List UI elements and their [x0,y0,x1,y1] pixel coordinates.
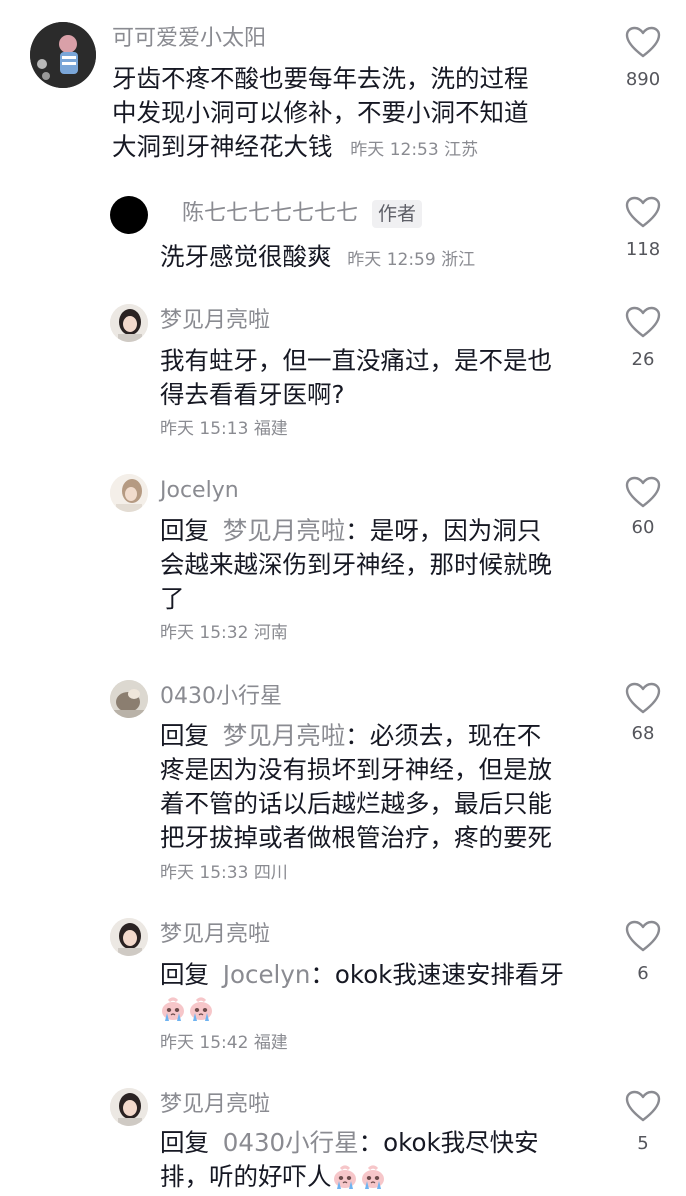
avatar[interactable] [110,680,148,718]
heart-icon[interactable] [625,1090,661,1123]
avatar[interactable] [110,196,148,234]
avatar-image [110,680,148,718]
like-count: 60 [631,517,655,538]
timestamp: 昨天 15:13 [160,419,249,439]
like-count: 68 [631,723,655,744]
heart-icon[interactable] [625,196,661,229]
comment-line-text: ：必须去，现在不 [345,721,542,750]
username[interactable]: 可可爱爱小太阳 [112,24,266,54]
timestamp: 昨天 12:53 [350,140,439,160]
comment-meta: 昨天 15:32 河南 [160,620,288,646]
comment-line: 我有蛀牙，但一直没痛过，是不是也 [160,346,552,375]
crying-emoji-icon [190,997,212,1021]
username[interactable]: 梦见月亮啦 [160,1090,270,1120]
comment-line: 牙齿不疼不酸也要每年去洗，洗的过程 [112,64,529,93]
avatar-image [110,304,148,342]
comment-text: 回复 0430小行星：okok我尽快安 排，听的好吓人 [160,1126,600,1194]
crying-emoji-icon [361,1165,384,1189]
reply-label: 回复 [160,960,209,989]
username[interactable]: 0430小行星 [160,682,282,712]
like-count: 5 [637,1133,649,1154]
location: 河南 [253,623,288,643]
comment-line: 会越来越深伤到牙神经，那时候就晚 [160,550,552,579]
like-count: 6 [637,963,649,984]
comment-line: 回复 梦见月亮啦：是呀，因为洞只 [160,514,600,548]
comment-line: 大洞到牙神经花大钱 昨天 12:53 江苏 [112,130,592,167]
crying-emoji-icon [333,1165,356,1189]
comment-line: 回复 梦见月亮啦：必须去，现在不 [160,719,600,753]
like-count: 26 [631,349,655,370]
comment-meta: 昨天 12:53 江苏 [350,140,478,160]
comment-text: 洗牙感觉很酸爽 昨天 12:59 浙江 [160,240,600,277]
reply-target[interactable]: 梦见月亮啦 [223,516,346,545]
location: 四川 [253,863,288,883]
reply-label: 回复 [160,516,209,545]
avatar-image [110,1088,148,1126]
username[interactable]: Jocelyn [160,476,239,506]
avatar-image [30,22,96,88]
avatar[interactable] [110,1088,148,1126]
heart-icon[interactable] [625,476,661,509]
comment-line: 把牙拔掉或者做根管治疗，疼的要死 [160,823,552,852]
location: 福建 [253,419,288,439]
comment-line: 中发现小洞可以修补，不要小洞不知道 [112,98,529,127]
comment-meta: 昨天 12:59 浙江 [347,250,475,270]
heart-icon[interactable] [625,306,661,339]
comment-line-text: 洗牙感觉很酸爽 [160,242,332,271]
comment-line: 回复 Jocelyn：okok我速速安排看牙 [160,958,600,992]
username[interactable]: 梦见月亮啦 [160,306,270,336]
like-count: 118 [625,239,661,260]
heart-icon[interactable] [625,682,661,715]
comment-line-text: ：okok我速速安排看牙 [310,960,564,989]
comment-line: 着不管的话以后越烂越多，最后只能 [160,789,552,818]
comment-meta: 昨天 15:42 福建 [160,1030,288,1056]
reply-target[interactable]: Jocelyn [223,960,311,989]
timestamp: 昨天 15:33 [160,863,249,883]
avatar[interactable] [110,474,148,512]
avatar[interactable] [30,22,96,88]
comment-line-text: 大洞到牙神经花大钱 [112,132,333,161]
location: 浙江 [441,250,476,270]
heart-icon[interactable] [625,920,661,953]
avatar-image [110,474,148,512]
author-badge: 作者 [372,200,423,228]
location: 江苏 [444,140,479,160]
timestamp: 昨天 12:59 [347,250,436,270]
reply-target[interactable]: 梦见月亮啦 [223,721,346,750]
avatar-image [110,918,148,956]
avatar[interactable] [110,918,148,956]
comment-line [160,992,600,1028]
like-count: 890 [625,69,661,90]
username[interactable]: 陈七七七七七七七 作者 [182,199,423,229]
comment-line: 回复 0430小行星：okok我尽快安 [160,1126,600,1160]
comment-meta: 昨天 15:33 四川 [160,860,288,886]
comment-text: 我有蛀牙，但一直没痛过，是不是也 得去看看牙医啊? [160,344,600,412]
comment-text: 回复 梦见月亮啦：必须去，现在不 疼是因为没有损坏到牙神经，但是放 着不管的话以… [160,719,600,855]
comment-line: 得去看看牙医啊? [160,380,345,409]
reply-target[interactable]: 0430小行星 [223,1128,359,1157]
reply-label: 回复 [160,1128,209,1157]
comment-text: 回复 梦见月亮啦：是呀，因为洞只 会越来越深伤到牙神经，那时候就晚 了 [160,514,600,616]
heart-icon[interactable] [625,26,661,59]
crying-emoji-icon [162,997,184,1021]
timestamp: 昨天 15:42 [160,1033,249,1053]
comment-line: 排，听的好吓人 [160,1160,600,1194]
location: 福建 [253,1033,288,1053]
avatar[interactable] [110,304,148,342]
comment-meta: 昨天 15:13 福建 [160,416,288,442]
comment-line: 疼是因为没有损坏到牙神经，但是放 [160,755,552,784]
reply-label: 回复 [160,721,209,750]
comment-line: 了 [160,584,185,613]
comment-line-text: 排，听的好吓人 [160,1162,332,1191]
comment-line-text: ：是呀，因为洞只 [345,516,542,545]
timestamp: 昨天 15:32 [160,623,249,643]
comment-text: 回复 Jocelyn：okok我速速安排看牙 [160,958,600,1028]
username-text: 陈七七七七七七七 [182,201,359,226]
comment-text: 牙齿不疼不酸也要每年去洗，洗的过程 中发现小洞可以修补，不要小洞不知道 大洞到牙… [112,62,592,167]
comment-line-text: ：okok我尽快安 [358,1128,539,1157]
username[interactable]: 梦见月亮啦 [160,920,270,950]
